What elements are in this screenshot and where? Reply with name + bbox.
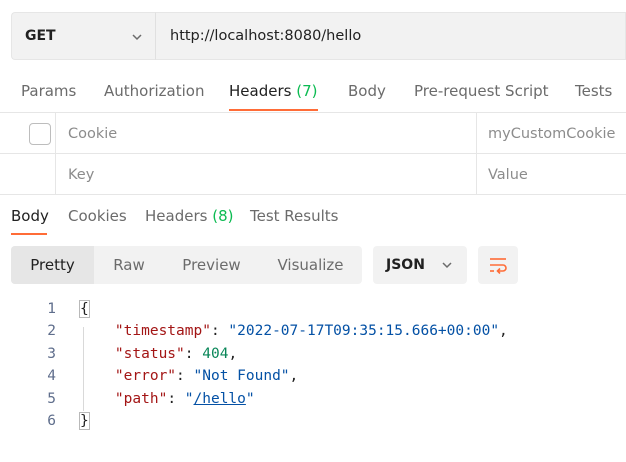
request-tabs: Params Authorization Headers (7) Body Pr… — [0, 70, 626, 112]
json-quote: " — [245, 391, 255, 407]
active-response-tab-indicator — [11, 233, 47, 235]
code-line: 1 { — [0, 298, 626, 320]
response-tab-headers-label: Headers — [145, 207, 208, 225]
method-select[interactable]: GET — [11, 12, 155, 60]
new-header-key-input[interactable]: Key — [56, 154, 477, 195]
json-key: "timestamp" — [114, 323, 211, 339]
tab-body[interactable]: Body — [348, 82, 386, 100]
json-string-value: "Not Found" — [193, 368, 290, 384]
format-label: JSON — [386, 257, 425, 273]
new-header-value-input[interactable]: Value — [477, 154, 626, 195]
line-number: 3 — [47, 346, 56, 362]
line-number: 2 — [47, 323, 56, 339]
chevron-down-icon — [442, 262, 452, 269]
view-mode-selector: Pretty Raw Preview Visualize — [11, 246, 362, 284]
view-visualize-button[interactable]: Visualize — [259, 246, 362, 284]
url-bar: GET http://localhost:8080/hello — [11, 12, 626, 60]
json-string-value: "2022-07-17T09:35:15.666+00:00" — [228, 323, 500, 339]
header-value-input[interactable]: myCustomCookie — [477, 113, 626, 154]
view-preview-button[interactable]: Preview — [164, 246, 259, 284]
close-brace: } — [79, 412, 90, 430]
chevron-down-icon — [132, 34, 142, 41]
format-select[interactable]: JSON — [373, 246, 467, 284]
code-line: 5 "path": "/hello" — [0, 388, 626, 410]
json-key: "error" — [114, 368, 177, 384]
headers-table: Cookie myCustomCookie Key Value — [0, 112, 626, 196]
tab-prerequest-script[interactable]: Pre-request Script — [414, 82, 549, 100]
response-tab-headers[interactable]: Headers (8) — [145, 207, 233, 225]
tab-headers-label: Headers — [229, 82, 292, 100]
checkbox-cell — [0, 113, 56, 154]
header-key-input[interactable]: Cookie — [56, 113, 477, 154]
json-number-value: 404 — [202, 346, 229, 362]
open-brace: { — [79, 300, 90, 318]
tab-tests[interactable]: Tests — [575, 82, 612, 100]
tab-headers-count: (7) — [296, 82, 318, 100]
line-number: 5 — [47, 391, 56, 407]
view-pretty-button[interactable]: Pretty — [11, 246, 94, 284]
method-label: GET — [25, 28, 56, 44]
line-number: 4 — [47, 368, 56, 384]
response-tab-headers-count: (8) — [212, 207, 234, 225]
code-line: 2 "timestamp": "2022-07-17T09:35:15.666+… — [0, 320, 626, 342]
response-tabs: Body Cookies Headers (8) Test Results — [0, 196, 626, 238]
line-number: 6 — [47, 413, 56, 429]
table-row: Cookie myCustomCookie — [0, 113, 626, 154]
json-key: "path" — [114, 391, 168, 407]
table-row: Key Value — [0, 154, 626, 195]
code-line: 3 "status": 404, — [0, 343, 626, 365]
tab-headers[interactable]: Headers (7) — [229, 82, 317, 100]
tab-params[interactable]: Params — [21, 82, 76, 100]
response-tab-body[interactable]: Body — [11, 207, 49, 225]
checkbox-cell — [0, 154, 56, 195]
code-line: 6 } — [0, 410, 626, 432]
tab-authorization[interactable]: Authorization — [104, 82, 204, 100]
path-link[interactable]: /hello — [194, 391, 246, 407]
wrap-lines-button[interactable] — [478, 246, 518, 284]
url-input[interactable]: http://localhost:8080/hello — [155, 12, 626, 60]
header-enable-checkbox[interactable] — [29, 123, 51, 145]
response-tab-test-results[interactable]: Test Results — [250, 207, 338, 225]
code-line: 4 "error": "Not Found", — [0, 365, 626, 387]
response-body-code[interactable]: 1 { 2 "timestamp": "2022-07-17T09:35:15.… — [0, 298, 626, 438]
line-number: 1 — [47, 301, 56, 317]
response-tab-cookies[interactable]: Cookies — [68, 207, 127, 225]
json-quote: " — [184, 391, 194, 407]
wrap-lines-icon — [490, 258, 507, 274]
json-key: "status" — [114, 346, 185, 362]
active-tab-indicator — [229, 109, 318, 111]
view-raw-button[interactable]: Raw — [94, 246, 164, 284]
